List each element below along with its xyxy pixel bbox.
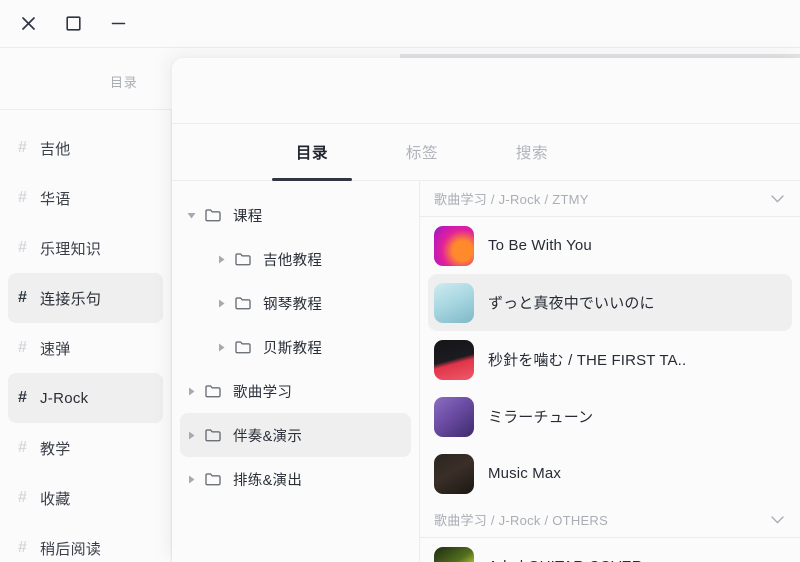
song-title: 秒針を噛む / THE FIRST TA.. <box>488 352 687 369</box>
hash-icon: # <box>18 289 27 306</box>
tab-2[interactable]: 标签 <box>382 124 462 181</box>
sidebar-item-2[interactable]: # 华语 <box>8 173 163 223</box>
song-list-item[interactable]: To Be With You <box>428 217 792 274</box>
sidebar-item-3[interactable]: # 乐理知识 <box>8 223 163 273</box>
folder-icon <box>232 340 254 354</box>
sidebar-item-1[interactable]: # 吉他 <box>8 123 163 173</box>
tab-active-underline <box>272 177 352 181</box>
sidebar-item-label: 收藏 <box>40 490 71 508</box>
sidebar-item-9[interactable]: # 稍后阅读 <box>8 523 163 562</box>
sidebar-item-6[interactable]: # J-Rock <box>8 373 163 423</box>
popup-tab-bar: 目录 标签 搜索 <box>172 124 800 181</box>
sidebar-item-4[interactable]: # 连接乐句 <box>8 273 163 323</box>
hash-icon: # <box>18 439 27 456</box>
chevron-right-icon[interactable] <box>180 475 202 484</box>
tree-item-label: 排练&演出 <box>233 472 303 489</box>
app-root: 目录 # 吉他 # 华语 # 乐理知识 # 连接乐句 # 速弹 # J-Rock # 教学 # 收藏 # 稍后阅读… <box>0 0 800 562</box>
tree-item-7[interactable]: 排练&演出 <box>180 457 411 501</box>
tree-item-6[interactable]: 伴奏&演示 <box>180 413 411 457</box>
hash-icon: # <box>18 239 27 256</box>
song-list-item[interactable]: ミラーチューン <box>428 388 792 445</box>
close-icon[interactable] <box>11 7 45 41</box>
folder-icon <box>202 428 224 442</box>
tag-sidebar: # 吉他 # 华语 # 乐理知识 # 连接乐句 # 速弹 # J-Rock # 教学 # 收藏 # 稍后阅读 <box>0 110 172 562</box>
tree-item-4[interactable]: 贝斯教程 <box>180 325 411 369</box>
chevron-right-icon[interactable] <box>210 299 232 308</box>
tab-3[interactable]: 搜索 <box>492 124 572 181</box>
song-list-item[interactable]: Ado | GUITAR COVER <box>428 538 792 562</box>
sidebar-item-7[interactable]: # 教学 <box>8 423 163 473</box>
breadcrumb-text: 歌曲学习 / J-Rock / OTHERS <box>434 513 609 528</box>
tab-label: 目录 <box>295 145 329 162</box>
sidebar-item-label: 华语 <box>40 190 71 208</box>
song-title: To Be With You <box>488 237 592 254</box>
song-title: ミラーチューン <box>488 409 594 426</box>
tree-item-label: 吉他教程 <box>263 252 323 269</box>
folder-tree: 课程吉他教程钢琴教程贝斯教程歌曲学习伴奏&演示排练&演出 <box>172 181 420 562</box>
catalog-popup-panel: 目录 标签 搜索 课程吉他教程钢琴教程贝斯教程歌曲学习伴奏&演示排练&演出 歌曲学习… <box>172 58 800 562</box>
song-list-item[interactable]: Music Max <box>428 445 792 502</box>
album-art-thumbnail <box>434 339 474 380</box>
folder-icon <box>202 472 224 486</box>
chevron-right-icon[interactable] <box>210 343 232 352</box>
song-title: Music Max <box>488 465 562 482</box>
chevron-down-icon[interactable] <box>771 515 784 524</box>
tree-item-label: 伴奏&演示 <box>233 428 303 445</box>
tree-item-label: 贝斯教程 <box>263 340 323 357</box>
sidebar-item-8[interactable]: # 收藏 <box>8 473 163 523</box>
tree-item-5[interactable]: 歌曲学习 <box>180 369 411 413</box>
sidebar-item-5[interactable]: # 速弹 <box>8 323 163 373</box>
hash-icon: # <box>18 189 27 206</box>
popup-body: 课程吉他教程钢琴教程贝斯教程歌曲学习伴奏&演示排练&演出 歌曲学习 / J-Ro… <box>172 181 800 562</box>
hash-icon: # <box>18 489 27 506</box>
sidebar-item-label: 速弹 <box>40 340 71 358</box>
popup-topbar <box>172 58 800 124</box>
tree-item-label: 钢琴教程 <box>263 296 323 313</box>
album-art-thumbnail <box>434 453 474 494</box>
album-art-thumbnail <box>434 225 474 266</box>
sidebar-item-label: 教学 <box>40 440 71 458</box>
hash-icon: # <box>18 539 27 556</box>
sidebar-item-label: 吉他 <box>40 140 71 158</box>
sidebar-item-label: 稍后阅读 <box>40 540 102 558</box>
tree-item-1[interactable]: 课程 <box>180 193 411 237</box>
folder-icon <box>232 296 254 310</box>
sidebar-item-label: 连接乐句 <box>40 290 102 308</box>
tree-item-2[interactable]: 吉他教程 <box>180 237 411 281</box>
chevron-right-icon[interactable] <box>210 255 232 264</box>
tab-1[interactable]: 目录 <box>272 124 352 181</box>
album-art-thumbnail <box>434 546 474 562</box>
song-title: ずっと真夜中でいいのに <box>488 295 655 312</box>
chevron-right-icon[interactable] <box>180 431 202 440</box>
song-title: Ado | GUITAR COVER <box>488 558 643 562</box>
tree-item-label: 课程 <box>233 208 263 225</box>
folder-icon <box>232 252 254 266</box>
window-titlebar <box>0 0 800 48</box>
tab-label: 标签 <box>405 145 439 162</box>
breadcrumb-text: 歌曲学习 / J-Rock / ZTMY <box>434 192 589 207</box>
chevron-down-icon[interactable] <box>771 194 784 203</box>
folder-icon <box>202 384 224 398</box>
chevron-down-icon[interactable] <box>180 211 202 220</box>
chevron-right-icon[interactable] <box>180 387 202 396</box>
background-header-label: 目录 <box>110 75 138 90</box>
tab-label: 搜索 <box>515 145 549 162</box>
folder-icon <box>202 208 224 222</box>
minimize-icon[interactable] <box>101 7 135 41</box>
song-list-item[interactable]: 秒針を噛む / THE FIRST TA.. <box>428 331 792 388</box>
album-art-thumbnail <box>434 282 474 323</box>
hash-icon: # <box>18 339 27 356</box>
sidebar-item-label: 乐理知识 <box>40 240 102 258</box>
song-list-item[interactable]: ずっと真夜中でいいのに <box>428 274 792 331</box>
album-art-thumbnail <box>434 396 474 437</box>
sidebar-item-label: J-Rock <box>40 389 89 407</box>
hash-icon: # <box>18 389 27 406</box>
tree-item-label: 歌曲学习 <box>233 384 293 401</box>
breadcrumb-2[interactable]: 歌曲学习 / J-Rock / OTHERS <box>420 502 800 538</box>
hash-icon: # <box>18 139 27 156</box>
song-list: 歌曲学习 / J-Rock / ZTMY To Be With You ずっと真夜中… <box>420 181 800 562</box>
breadcrumb-1[interactable]: 歌曲学习 / J-Rock / ZTMY <box>420 181 800 217</box>
tree-item-3[interactable]: 钢琴教程 <box>180 281 411 325</box>
maximize-icon[interactable] <box>56 7 90 41</box>
